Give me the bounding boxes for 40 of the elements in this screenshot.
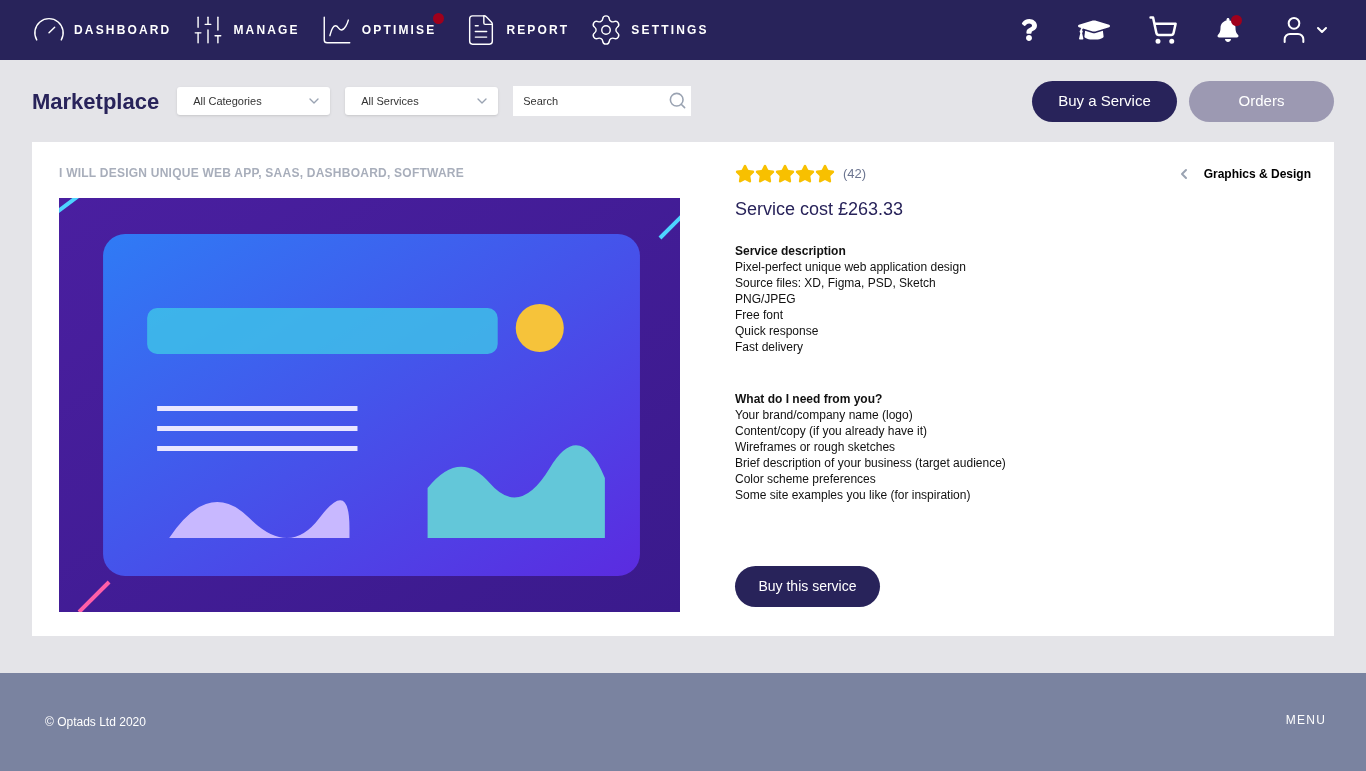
dropdown[interactable]: All Categories [177,87,331,115]
description-line: Brief description of your business (target audience) [735,455,1007,471]
description-line: PNG/JPEG [735,291,797,307]
description-line: Free font [735,307,785,323]
review-count: (42) [843,165,867,184]
star-icon [815,164,835,184]
description-line: Fast delivery [735,339,805,355]
description-line: Some site examples you like (for inspiration) [735,487,972,503]
search-icon [668,91,688,110]
header-button[interactable]: Buy a Service [1032,80,1177,122]
bell-icon [1216,18,1240,42]
nav-item[interactable]: OPTIMISE [319,0,445,60]
section-heading: Service description [735,243,847,259]
description-line: Your brand/company name (logo) [735,407,914,423]
notifications-button[interactable] [1216,18,1240,42]
nav-item[interactable]: SETTINGS [589,0,709,60]
section-heading: What do I need from you? [735,391,884,407]
star-icon [755,164,775,184]
description-line: Content/copy (if you already have it) [735,423,929,439]
description-line: Wireframes or rough sketches [735,439,897,455]
buy-service-button[interactable]: Buy this service [735,566,880,607]
page-title: Marketplace [32,87,160,116]
dropdown[interactable]: All Services [345,87,499,115]
menu-link[interactable]: MENU [1285,711,1326,729]
star-icon [795,164,815,184]
description-line: Color scheme preferences [735,471,877,487]
description-line: Quick response [735,323,820,339]
nav-item[interactable]: REPORT [464,0,570,60]
description-line: Source files: XD, Figma, PSD, Sketch [735,275,937,291]
star-icon [775,164,795,184]
service-cost: Service cost £263.33 [735,198,905,221]
star-icon [735,164,755,184]
search-field[interactable]: Search [513,86,692,116]
nav-item[interactable]: MANAGE [191,0,300,60]
nav-item[interactable]: DASHBOARD [32,0,172,60]
copyright: © Optads Ltd 2020 [45,714,146,731]
description-line: Pixel-perfect unique web application design [735,259,967,275]
listing-title: I WILL DESIGN UNIQUE WEB APP, SAAS, DASHBOARD, SOFTWARE [59,165,465,182]
category-link[interactable]: Graphics & Design [1175,165,1311,183]
cart-icon[interactable] [1148,15,1178,45]
